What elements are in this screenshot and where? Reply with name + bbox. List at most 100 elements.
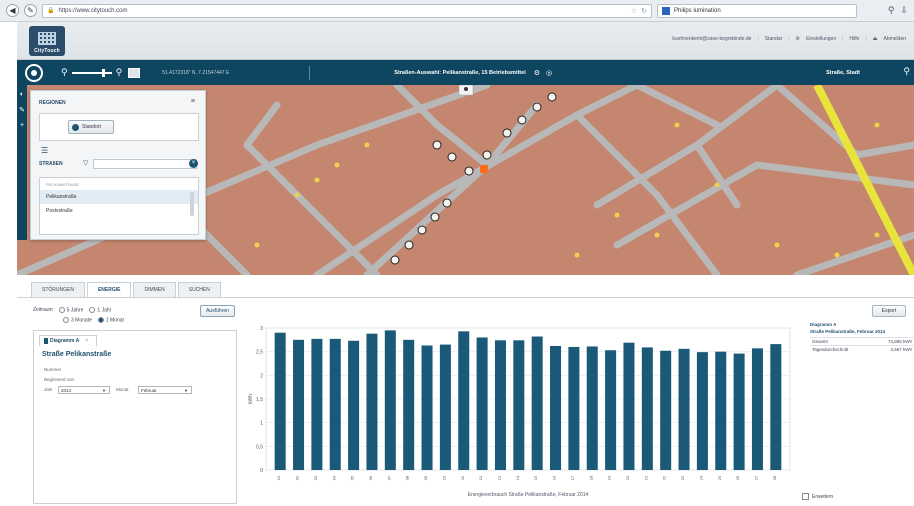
tab-suchen[interactable]: SUCHEN bbox=[177, 282, 221, 297]
download-icon[interactable]: ⇩ bbox=[900, 5, 908, 16]
x-tick-label: 15 bbox=[533, 475, 538, 480]
summary-row-value: 2,667 kWh bbox=[890, 347, 912, 352]
compass-icon[interactable] bbox=[25, 63, 43, 82]
street-list-item[interactable]: Pelikanstraße bbox=[40, 190, 198, 204]
settings-icon[interactable]: ⚙ bbox=[534, 69, 540, 77]
month-select[interactable]: Februar ▼ bbox=[138, 386, 192, 394]
browser-toolbar: ◀ ✎ 🔒 https://www.citytouch.com ☆ ↻ Phil… bbox=[0, 0, 914, 22]
app-header: CityTouch kuehnenkemi@saxe-begrebinde.de… bbox=[17, 22, 914, 60]
location-icon bbox=[72, 123, 79, 131]
browser-search-field[interactable]: Philips lumination bbox=[657, 3, 857, 18]
x-tick-label: 07 bbox=[386, 475, 391, 480]
summary-row: Gesamt 74,885 kWh bbox=[810, 337, 914, 345]
back-arrow-icon[interactable]: ◀ bbox=[6, 4, 19, 17]
x-tick-label: 21 bbox=[643, 475, 648, 480]
tab-energie[interactable]: ENERGIE bbox=[86, 282, 132, 297]
globe-icon[interactable]: ◐ bbox=[20, 91, 24, 98]
x-tick-label: 06 bbox=[368, 475, 373, 480]
tab-dimmen[interactable]: DIMMEN bbox=[133, 282, 176, 297]
locate-icon[interactable]: ◎ bbox=[546, 69, 552, 77]
run-button[interactable]: Ausführen bbox=[200, 305, 235, 317]
radio-5-jahre[interactable]: 5 Jahre bbox=[58, 306, 83, 313]
x-tick-label: 04 bbox=[331, 475, 336, 480]
reload-icon[interactable]: ↻ bbox=[641, 7, 647, 15]
chart-bar bbox=[531, 336, 543, 470]
x-tick-label: 17 bbox=[570, 475, 575, 480]
logout-icon: ⏏ bbox=[872, 36, 878, 42]
address-search-label[interactable]: Straße, Stadt bbox=[826, 70, 860, 76]
clear-icon[interactable]: × bbox=[189, 159, 198, 168]
citytouch-logo[interactable]: CityTouch bbox=[29, 26, 65, 56]
checkbox-icon[interactable] bbox=[802, 493, 809, 500]
chart-bar bbox=[348, 340, 360, 470]
close-icon[interactable]: × bbox=[85, 338, 88, 344]
street-filter-input[interactable] bbox=[93, 159, 197, 169]
x-tick-label: 25 bbox=[717, 475, 722, 480]
standard-link[interactable]: Standar bbox=[765, 36, 783, 42]
radio-1-monat[interactable]: 1 Monat bbox=[97, 316, 124, 323]
chart-bar bbox=[641, 347, 653, 470]
year-label: Jahr bbox=[44, 387, 53, 392]
diagram-tab[interactable]: Diagramm A × bbox=[39, 335, 97, 346]
tab-stoerungen[interactable]: STÖRUNGEN bbox=[31, 282, 85, 297]
chart-bar bbox=[458, 331, 470, 470]
street-selection-label: Straßen-Auswahl: Pelikanstraße, 15 Betri… bbox=[394, 69, 526, 76]
plus-icon[interactable]: + bbox=[20, 122, 24, 129]
x-tick-label: 23 bbox=[680, 475, 685, 480]
chart-bar bbox=[568, 346, 580, 470]
search-icon[interactable]: ⚲ bbox=[888, 5, 895, 16]
tool-icon[interactable]: ✎ bbox=[19, 106, 25, 114]
search-engine-label: Philips lumination bbox=[674, 7, 721, 14]
address-bar[interactable]: 🔒 https://www.citytouch.com ☆ ↻ bbox=[42, 3, 652, 18]
settings-link[interactable]: Einstellungen bbox=[806, 36, 836, 42]
chart-bar bbox=[329, 338, 341, 470]
bookmark-star-icon[interactable]: ☆ bbox=[631, 7, 637, 15]
month-label: Monat bbox=[116, 387, 129, 392]
chart-bar bbox=[623, 342, 635, 470]
coordinates-readout: 51.4172318" N, 7.21547447 E bbox=[162, 69, 230, 76]
list-menu-icon[interactable]: ☰ bbox=[41, 146, 48, 155]
panel-menu-icon[interactable]: ≡ bbox=[191, 98, 195, 105]
logout-link[interactable]: Abmelden bbox=[883, 36, 906, 42]
y-tick-label: 1 bbox=[260, 421, 263, 427]
regions-box: Standort bbox=[39, 113, 199, 141]
regions-title: REGIONEN bbox=[39, 100, 66, 106]
list-scrollbar[interactable] bbox=[190, 192, 194, 216]
chart-bar bbox=[696, 352, 708, 470]
logo-grid-icon bbox=[38, 32, 56, 45]
url-text: https://www.citytouch.com bbox=[58, 7, 128, 14]
chart-bar bbox=[494, 340, 506, 470]
zoom-out-icon[interactable]: ⚲ bbox=[61, 67, 68, 78]
y-tick-label: 2,5 bbox=[256, 350, 263, 356]
chart-bar bbox=[421, 345, 433, 470]
chart-bar bbox=[605, 350, 617, 470]
user-email-link[interactable]: kuehnenkemi@saxe-begrebinde.de bbox=[672, 36, 751, 42]
map-search-icon[interactable]: ⚲ bbox=[903, 66, 910, 77]
period-label: Beginnend von bbox=[44, 377, 75, 382]
chart-bar bbox=[403, 339, 415, 470]
chart-bar bbox=[678, 348, 690, 470]
zoom-slider[interactable]: ⚲ ⚲ bbox=[61, 67, 122, 78]
x-tick-label: 26 bbox=[735, 475, 740, 480]
bottom-tabs: STÖRUNGEN ENERGIE DIMMEN SUCHEN bbox=[17, 282, 914, 298]
street-list-item[interactable]: Postvstraße bbox=[40, 204, 198, 218]
erweitern-checkbox[interactable]: Erweitern bbox=[802, 493, 833, 500]
y-tick-label: 1,5 bbox=[256, 397, 263, 403]
y-tick-label: 0 bbox=[260, 468, 263, 474]
chevron-down-icon: ▼ bbox=[102, 388, 106, 393]
zoom-knob[interactable] bbox=[101, 68, 105, 77]
chart-bar bbox=[366, 333, 378, 470]
radio-1-jahr[interactable]: 1 Jahr bbox=[89, 306, 111, 313]
export-button[interactable]: Export bbox=[872, 305, 906, 317]
x-tick-label: 05 bbox=[350, 475, 355, 480]
help-link[interactable]: Hilfe bbox=[849, 36, 859, 42]
standort-button[interactable]: Standort bbox=[68, 120, 114, 134]
radio-3-monate[interactable]: 3 Monate bbox=[63, 316, 92, 323]
chart-bar bbox=[751, 348, 763, 470]
filter-icon[interactable]: ▽ bbox=[83, 159, 88, 167]
year-select[interactable]: 2014 ▼ bbox=[58, 386, 110, 394]
map-side-toolbar: ◐ ✎ + bbox=[17, 85, 27, 240]
zoom-in-icon[interactable]: ⚲ bbox=[116, 67, 123, 78]
layer-thumbnail-icon[interactable] bbox=[128, 67, 141, 78]
extension-icon[interactable]: ✎ bbox=[24, 4, 37, 17]
